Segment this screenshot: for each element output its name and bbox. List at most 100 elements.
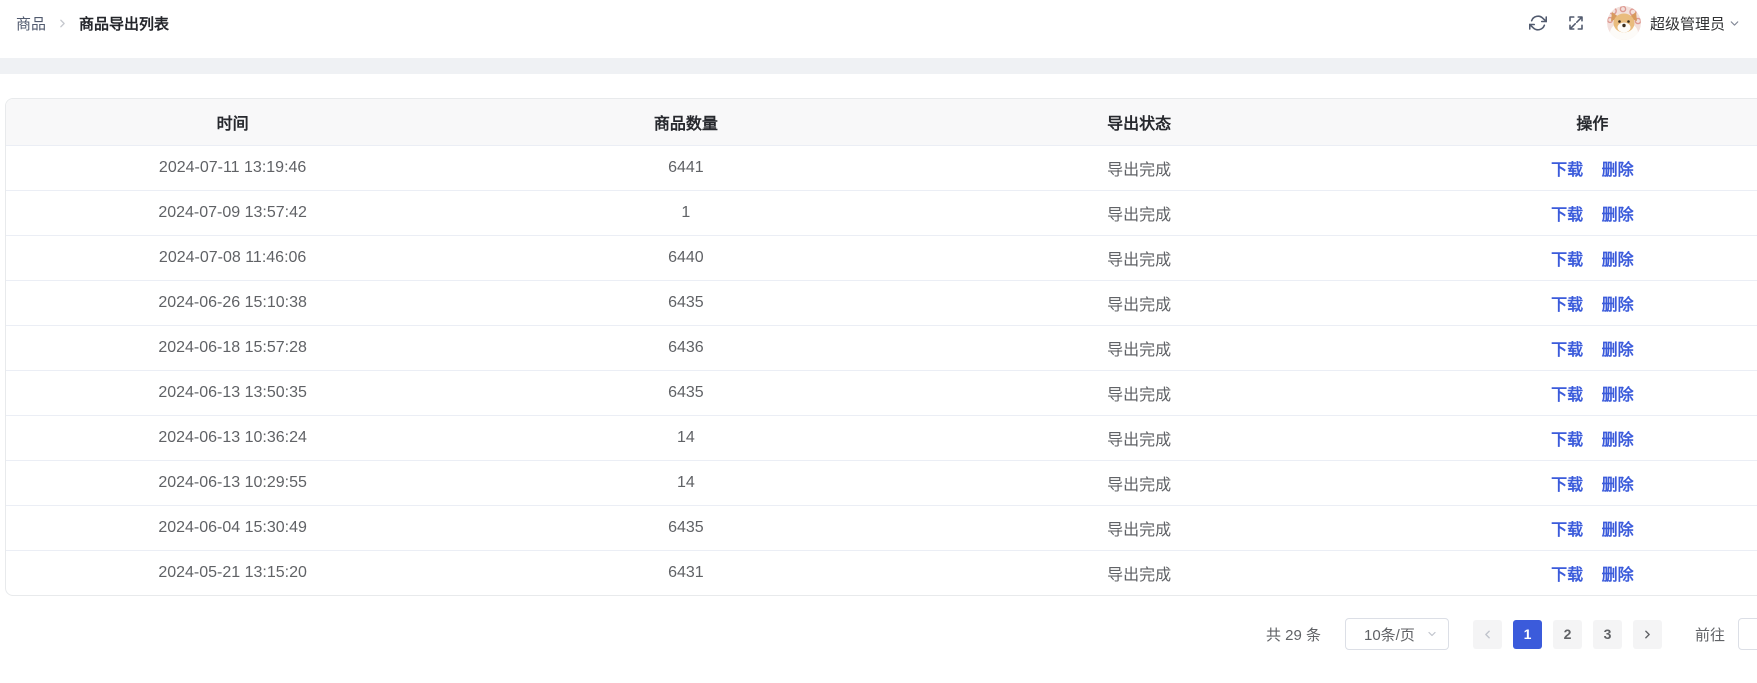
header-actions: 超级管理员: [1521, 6, 1741, 40]
user-menu[interactable]: 超级管理员: [1607, 6, 1741, 40]
download-link[interactable]: 下载: [1551, 387, 1583, 404]
delete-link[interactable]: 删除: [1602, 297, 1634, 314]
cell-quantity: 6436: [459, 325, 912, 370]
cell-actions: 下载 删除: [1366, 235, 1757, 280]
download-link[interactable]: 下载: [1551, 342, 1583, 359]
cell-quantity: 6440: [459, 235, 912, 280]
delete-link[interactable]: 删除: [1602, 432, 1634, 449]
table-row: 2024-06-04 15:30:49 6435 导出完成 下载 删除: [6, 505, 1757, 550]
cell-status: 导出完成: [913, 505, 1366, 550]
cell-actions: 下载 删除: [1366, 370, 1757, 415]
cell-actions: 下载 删除: [1366, 460, 1757, 505]
cell-time: 2024-06-13 10:29:55: [6, 460, 459, 505]
delete-link[interactable]: 删除: [1602, 162, 1634, 179]
pagination: 共 29 条 10条/页 1 2 3 前往: [0, 618, 1757, 650]
table-row: 2024-06-13 10:29:55 14 导出完成 下载 删除: [6, 460, 1757, 505]
delete-link[interactable]: 删除: [1602, 387, 1634, 404]
cell-status: 导出完成: [913, 415, 1366, 460]
delete-link[interactable]: 删除: [1602, 522, 1634, 539]
table-row: 2024-07-11 13:19:46 6441 导出完成 下载 删除: [6, 145, 1757, 190]
goto-page-label: 前往: [1695, 624, 1725, 645]
download-link[interactable]: 下载: [1551, 567, 1583, 584]
export-table: 时间 商品数量 导出状态 操作 2024-07-11 13:19:46 6441…: [6, 99, 1757, 595]
cell-time: 2024-07-08 11:46:06: [6, 235, 459, 280]
download-link[interactable]: 下载: [1551, 252, 1583, 269]
table-row: 2024-07-09 13:57:42 1 导出完成 下载 删除: [6, 190, 1757, 235]
breadcrumb: 商品 商品导出列表: [16, 13, 169, 34]
chevron-down-icon: [1728, 17, 1741, 30]
user-name: 超级管理员: [1650, 13, 1725, 34]
table-row: 2024-07-08 11:46:06 6440 导出完成 下载 删除: [6, 235, 1757, 280]
download-link[interactable]: 下载: [1551, 162, 1583, 179]
cell-actions: 下载 删除: [1366, 280, 1757, 325]
breadcrumb-item-export-list: 商品导出列表: [79, 13, 169, 34]
cell-time: 2024-06-18 15:57:28: [6, 325, 459, 370]
pagination-pages: 1 2 3: [1513, 620, 1622, 649]
cell-quantity: 6435: [459, 280, 912, 325]
column-header-status: 导出状态: [913, 99, 1366, 145]
table-row: 2024-06-13 13:50:35 6435 导出完成 下载 删除: [6, 370, 1757, 415]
cell-status: 导出完成: [913, 370, 1366, 415]
cell-actions: 下载 删除: [1366, 190, 1757, 235]
cell-actions: 下载 删除: [1366, 505, 1757, 550]
table-row: 2024-06-13 10:36:24 14 导出完成 下载 删除: [6, 415, 1757, 460]
cell-status: 导出完成: [913, 235, 1366, 280]
cell-status: 导出完成: [913, 460, 1366, 505]
cell-quantity: 1: [459, 190, 912, 235]
goto-page-input[interactable]: [1738, 618, 1757, 650]
content-divider-band: [0, 58, 1757, 74]
column-header-time: 时间: [6, 99, 459, 145]
refresh-icon[interactable]: [1521, 6, 1555, 40]
cell-time: 2024-06-13 10:36:24: [6, 415, 459, 460]
table-row: 2024-06-18 15:57:28 6436 导出完成 下载 删除: [6, 325, 1757, 370]
breadcrumb-item-products[interactable]: 商品: [16, 13, 46, 34]
cell-quantity: 6441: [459, 145, 912, 190]
next-page-button[interactable]: [1633, 620, 1662, 649]
cell-quantity: 14: [459, 415, 912, 460]
cell-time: 2024-06-13 13:50:35: [6, 370, 459, 415]
delete-link[interactable]: 删除: [1602, 567, 1634, 584]
fullscreen-icon[interactable]: [1559, 6, 1593, 40]
cell-quantity: 6435: [459, 505, 912, 550]
delete-link[interactable]: 删除: [1602, 252, 1634, 269]
cell-status: 导出完成: [913, 550, 1366, 595]
page-size-value: 10条/页: [1364, 624, 1415, 645]
cell-time: 2024-06-26 15:10:38: [6, 280, 459, 325]
cell-status: 导出完成: [913, 325, 1366, 370]
download-link[interactable]: 下载: [1551, 297, 1583, 314]
cell-actions: 下载 删除: [1366, 415, 1757, 460]
cell-quantity: 14: [459, 460, 912, 505]
delete-link[interactable]: 删除: [1602, 477, 1634, 494]
avatar: [1607, 6, 1641, 40]
cell-time: 2024-05-21 13:15:20: [6, 550, 459, 595]
export-list-card: 时间 商品数量 导出状态 操作 2024-07-11 13:19:46 6441…: [5, 98, 1757, 596]
cell-actions: 下载 删除: [1366, 145, 1757, 190]
table-row: 2024-06-26 15:10:38 6435 导出完成 下载 删除: [6, 280, 1757, 325]
cell-actions: 下载 删除: [1366, 325, 1757, 370]
breadcrumb-separator-icon: [56, 17, 69, 30]
delete-link[interactable]: 删除: [1602, 207, 1634, 224]
column-header-quantity: 商品数量: [459, 99, 912, 145]
download-link[interactable]: 下载: [1551, 207, 1583, 224]
page-number-button[interactable]: 2: [1553, 620, 1582, 649]
download-link[interactable]: 下载: [1551, 522, 1583, 539]
cell-quantity: 6435: [459, 370, 912, 415]
cell-status: 导出完成: [913, 145, 1366, 190]
table-row: 2024-05-21 13:15:20 6431 导出完成 下载 删除: [6, 550, 1757, 595]
cell-status: 导出完成: [913, 190, 1366, 235]
column-header-actions: 操作: [1366, 99, 1757, 145]
table-body: 2024-07-11 13:19:46 6441 导出完成 下载 删除 2024…: [6, 145, 1757, 595]
top-header: 商品 商品导出列表: [0, 0, 1757, 58]
select-chevron-down-icon: [1426, 628, 1438, 640]
download-link[interactable]: 下载: [1551, 477, 1583, 494]
page-size-select[interactable]: 10条/页: [1345, 618, 1449, 650]
page-number-button[interactable]: 3: [1593, 620, 1622, 649]
cell-time: 2024-07-11 13:19:46: [6, 145, 459, 190]
cell-time: 2024-06-04 15:30:49: [6, 505, 459, 550]
cell-status: 导出完成: [913, 280, 1366, 325]
delete-link[interactable]: 删除: [1602, 342, 1634, 359]
prev-page-button[interactable]: [1473, 620, 1502, 649]
page-number-button[interactable]: 1: [1513, 620, 1542, 649]
cell-actions: 下载 删除: [1366, 550, 1757, 595]
download-link[interactable]: 下载: [1551, 432, 1583, 449]
